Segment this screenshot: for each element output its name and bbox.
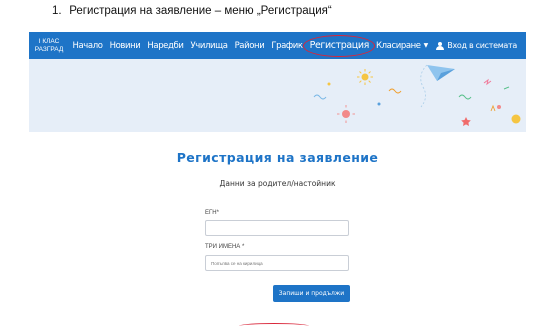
brand-line-1: I КЛАС [38,38,60,45]
save-continue-button[interactable]: Запиши и продължи [273,285,350,302]
screenshot-frame: I КЛАС РАЗГРАД Начало Новини Наредби Учи… [29,26,526,326]
names-label: ТРИ ИМЕНА * [205,244,245,250]
nav-item-schedule[interactable]: График [268,32,306,59]
login-label: Вход в системата [447,41,517,50]
login-link[interactable]: Вход в системата [436,41,517,50]
sun-icon [357,69,373,85]
names-input[interactable] [205,255,349,271]
nav-item-ranking-label: Класиране [375,40,421,51]
nav-item-regulations[interactable]: Наредби [144,32,187,59]
document-heading: 1. Регистрация на заявление – меню „Реги… [52,5,332,17]
highlight-arc [239,323,309,326]
form-title: Регистрация на заявление [176,150,379,165]
brand-line-2: РАЗГРАД [34,45,64,53]
squiggle-icon [313,78,492,100]
nav-item-ranking[interactable]: Класиране ▼ [372,32,431,59]
user-icon [436,41,445,50]
heart-sun-icon [337,105,355,123]
banner-illustration [313,64,521,126]
egn-input[interactable] [205,220,349,236]
egn-label: ЕГН* [205,210,219,216]
step-title: Регистрация на заявление – меню „Регистр… [69,5,332,17]
paper-plane-icon [420,64,455,108]
nav-item-registration[interactable]: Регистрация [303,32,376,59]
brand-logo[interactable]: I КЛАС РАЗГРАД [29,32,69,59]
highlight-ring [303,35,376,57]
nav-item-districts[interactable]: Райони [231,32,268,59]
navbar: I КЛАС РАЗГРАД Начало Новини Наредби Учи… [29,32,526,59]
hero-banner [29,59,526,132]
star-icon [461,117,471,126]
nav-item-news[interactable]: Новини [106,32,144,59]
section-title: Данни за родител/настойник [219,179,336,188]
step-number: 1. [52,5,62,17]
nav-item-home[interactable]: Начало [69,32,106,59]
caret-down-icon: ▼ [423,42,429,49]
nav-item-schools[interactable]: Училища [187,32,231,59]
